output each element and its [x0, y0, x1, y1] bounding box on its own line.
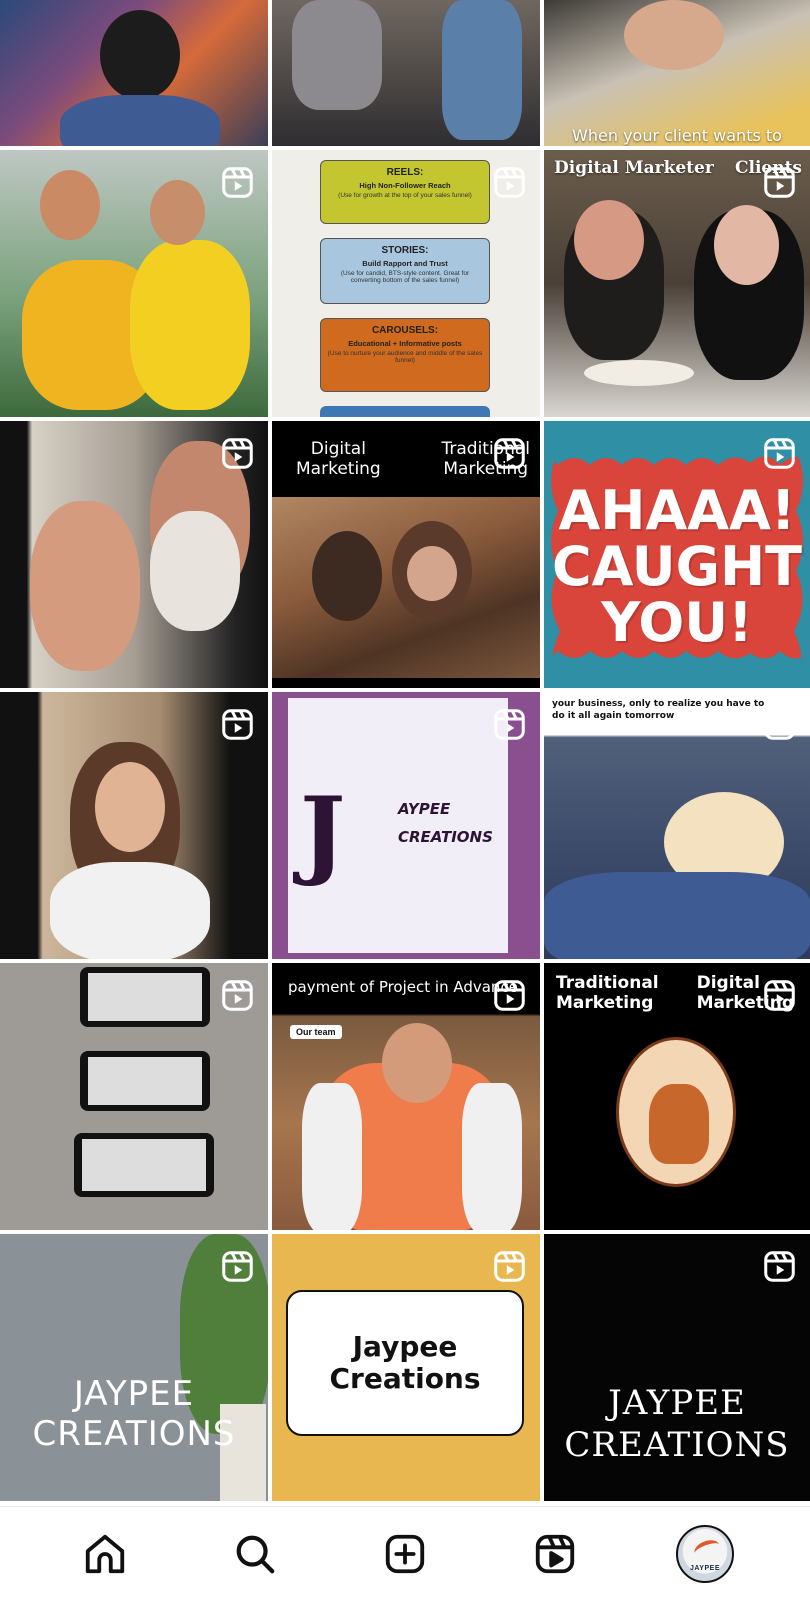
search-icon: [236, 1535, 275, 1573]
brand-text: JAYPEE CREATIONS: [564, 1383, 790, 1465]
grid-tile[interactable]: [0, 0, 268, 146]
nav-create[interactable]: [373, 1522, 437, 1586]
grid-tile[interactable]: JAYPEE CREATIONS: [544, 1234, 810, 1501]
caught-text: AHAAA! CAUGHT YOU!: [552, 479, 802, 654]
grid-tile[interactable]: Jaypee Creations: [272, 1234, 540, 1501]
reel-icon: [493, 708, 526, 741]
nav-search[interactable]: [223, 1522, 287, 1586]
grid-tile[interactable]: [0, 692, 268, 959]
logo-line-1: AYPEE: [398, 800, 451, 818]
grid-tile[interactable]: REELS: High Non-Follower Reach (Use for …: [272, 150, 540, 417]
reel-icon: [493, 1250, 526, 1283]
brand-line-1: Jaypee: [352, 1330, 458, 1363]
bottom-nav: JAYPEE: [0, 1506, 810, 1600]
reel-icon: [763, 708, 796, 741]
info-box-stories: STORIES: Build Rapport and Trust (Use fo…: [320, 238, 490, 304]
brand-line-2: Creations: [329, 1362, 481, 1395]
grid-tile[interactable]: payment of Project in Advance Our team: [272, 963, 540, 1230]
info-box-reels: REELS: High Non-Follower Reach (Use for …: [320, 160, 490, 224]
reel-icon: [493, 166, 526, 199]
nav-home[interactable]: [73, 1522, 137, 1586]
tile-caption-left: Digital Marketer: [554, 158, 714, 178]
info-box-carousels: CAROUSELS: Educational + Informative pos…: [320, 318, 490, 392]
reels-grid: When your client wants to REELS: High No…: [0, 0, 810, 1506]
grid-tile[interactable]: [0, 963, 268, 1230]
reel-icon: [763, 979, 796, 1012]
brand-text: JAYPEE CREATIONS: [32, 1374, 236, 1454]
grid-tile[interactable]: [0, 150, 268, 417]
tile-caption: When your client wants to: [572, 126, 782, 145]
reel-icon: [763, 437, 796, 470]
grid-tile[interactable]: [0, 421, 268, 688]
reel-icon: [221, 1250, 254, 1283]
reel-icon: [221, 979, 254, 1012]
avatar-text: JAYPEE: [690, 1564, 720, 1572]
reel-icon: [221, 708, 254, 741]
grid-tile[interactable]: AHAAA! CAUGHT YOU!: [544, 421, 810, 688]
plus-square-icon: [385, 1534, 425, 1573]
grid-tile[interactable]: Digital Marketing Traditional Marketing: [272, 421, 540, 688]
logo-line-2: CREATIONS: [398, 828, 493, 846]
reel-icon: [763, 166, 796, 199]
grid-tile[interactable]: Digital Marketer Clients: [544, 150, 810, 417]
grid-tile[interactable]: [272, 0, 540, 146]
cartoon-oval: [616, 1037, 736, 1187]
grid-tile[interactable]: When your client wants to: [544, 0, 810, 146]
reel-icon: [493, 979, 526, 1012]
grid-tile[interactable]: J AYPEE CREATIONS: [272, 692, 540, 959]
tile-label: Our team: [290, 1025, 342, 1039]
reel-icon: [763, 1250, 796, 1283]
logo-letter: J: [300, 776, 346, 889]
grid-tile[interactable]: JAYPEE CREATIONS: [0, 1234, 268, 1501]
grid-tile[interactable]: Traditional Marketing Digital Marketing: [544, 963, 810, 1230]
reel-icon: [221, 166, 254, 199]
nav-reels[interactable]: [523, 1522, 587, 1586]
avatar: JAYPEE: [676, 1524, 734, 1583]
grid-tile[interactable]: your business, only to realize you have …: [544, 692, 810, 959]
reel-icon: [221, 437, 254, 470]
reels-icon: [535, 1534, 575, 1573]
nav-profile[interactable]: JAYPEE: [673, 1522, 737, 1586]
home-icon: [85, 1534, 125, 1573]
brand-card: Jaypee Creations: [286, 1290, 524, 1436]
tile-caption-left: Digital Marketing: [296, 439, 381, 479]
tile-caption-left: Traditional Marketing: [556, 973, 659, 1013]
tile-caption: your business, only to realize you have …: [552, 699, 765, 721]
reel-icon: [493, 437, 526, 470]
